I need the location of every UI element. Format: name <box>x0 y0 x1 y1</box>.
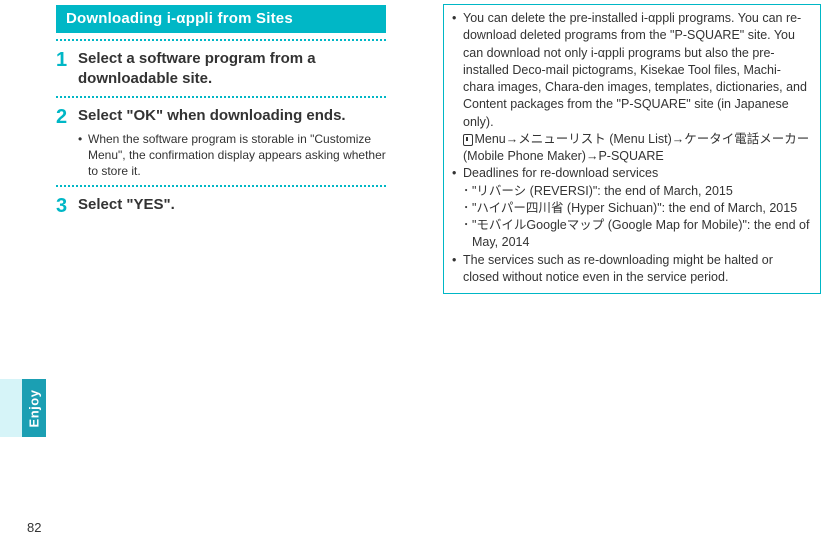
subdot-icon: ･ <box>463 217 472 234</box>
info-text: The services such as re-downloading migh… <box>463 252 812 287</box>
bullet-dot-icon: • <box>452 10 463 27</box>
bullet-dot-icon: • <box>452 252 463 269</box>
subdot-icon: ･ <box>463 200 472 217</box>
step-3: 3 Select "YES". <box>56 195 386 217</box>
step-1: 1 Select a software program from a downl… <box>56 49 386 90</box>
bullet-dot-icon: • <box>78 131 88 147</box>
step-body: Select "YES". <box>78 195 386 215</box>
step-title: Select "YES". <box>78 195 386 215</box>
info-p1sub: Menu→メニューリスト (Menu List)→ケータイ電話メーカー (Mob… <box>463 132 809 163</box>
info-subtext: "ハイパー四川省 (Hyper Sichuan)": the end of Ma… <box>472 200 812 217</box>
info-subline: Menu→メニューリスト (Menu List)→ケータイ電話メーカー (Mob… <box>452 131 812 166</box>
side-tab-label: Enjoy <box>27 389 42 427</box>
left-column: Downloading i-αppli from Sites 1 Select … <box>56 5 386 217</box>
page: Downloading i-αppli from Sites 1 Select … <box>0 0 827 543</box>
section-heading: Downloading i-αppli from Sites <box>56 5 386 33</box>
bullet-text: When the software program is storable in… <box>88 131 386 180</box>
subdot-icon: ･ <box>463 183 472 200</box>
info-subtext: "リバーシ (REVERSI)": the end of March, 2015 <box>472 183 812 200</box>
divider-dots <box>56 96 386 98</box>
page-number: 82 <box>27 520 41 535</box>
edge-strip <box>0 379 22 437</box>
info-item: • The services such as re-downloading mi… <box>452 252 812 287</box>
step-body: Select "OK" when downloading ends. • Whe… <box>78 106 386 180</box>
step-number: 2 <box>56 106 78 128</box>
step-2: 2 Select "OK" when downloading ends. • W… <box>56 106 386 180</box>
info-item: • Deadlines for re-download services <box>452 165 812 182</box>
side-tab: Enjoy <box>22 379 46 437</box>
info-subitem: ･ "ハイパー四川省 (Hyper Sichuan)": the end of … <box>452 200 812 217</box>
info-subtext: "モバイルGoogleマップ (Google Map for Mobile)":… <box>472 217 812 252</box>
step-bullet: • When the software program is storable … <box>78 131 386 180</box>
step-number: 3 <box>56 195 78 217</box>
step-number: 1 <box>56 49 78 71</box>
step-body: Select a software program from a downloa… <box>78 49 386 90</box>
info-subitem: ･ "モバイルGoogleマップ (Google Map for Mobile)… <box>452 217 812 252</box>
step-title: Select "OK" when downloading ends. <box>78 106 386 126</box>
info-box: • You can delete the pre-installed i-αpp… <box>443 4 821 294</box>
divider-dots <box>56 185 386 187</box>
info-subitem: ･ "リバーシ (REVERSI)": the end of March, 20… <box>452 183 812 200</box>
imenu-icon <box>463 134 471 144</box>
info-item: • You can delete the pre-installed i-αpp… <box>452 10 812 131</box>
divider-dots <box>56 39 386 41</box>
step-title: Select a software program from a downloa… <box>78 49 386 90</box>
bullet-dot-icon: • <box>452 165 463 182</box>
info-text: Deadlines for re-download services <box>463 165 812 182</box>
info-p1: You can delete the pre-installed i-αppli… <box>463 11 807 129</box>
info-text: You can delete the pre-installed i-αppli… <box>463 10 812 131</box>
